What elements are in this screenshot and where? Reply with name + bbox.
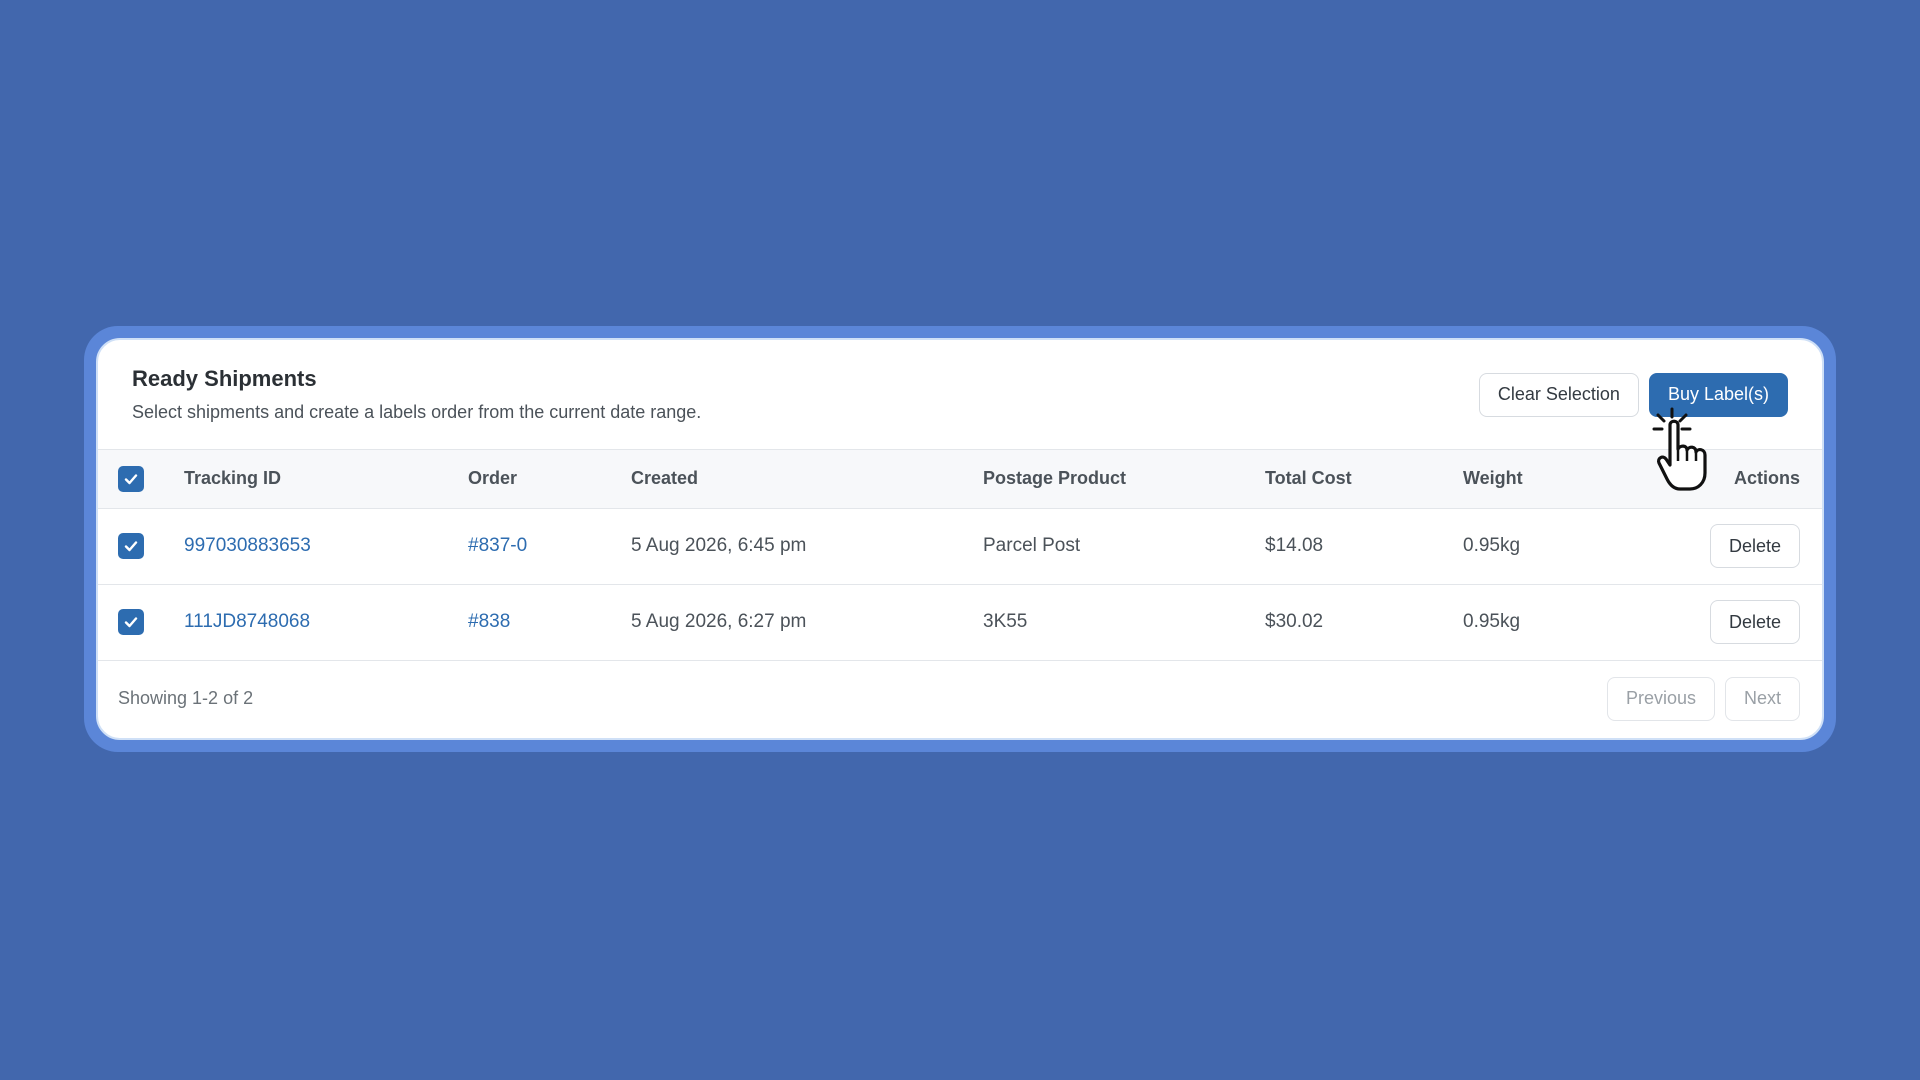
page-subtitle: Select shipments and create a labels ord… [132,402,702,422]
column-header-postage-product: Postage Product [983,468,1127,489]
checkmark-icon [124,616,138,627]
column-header-order: Order [468,468,518,489]
pagination-controls: Previous Next [1606,676,1800,721]
tracking-id-link[interactable]: 111JD8748068 [184,584,468,660]
total-cost-cell: $30.02 [1265,611,1324,632]
row-checkbox[interactable] [118,532,144,559]
total-cost-cell: $14.08 [1265,535,1324,556]
select-all-checkbox[interactable] [118,465,144,492]
card-footer: Showing 1-2 of 2 Previous Next [98,661,1822,737]
column-header-tracking-id: Tracking ID [184,468,282,489]
buy-labels-button[interactable]: Buy Label(s) [1648,372,1788,417]
header-text: Ready Shipments Select shipments and cre… [132,366,701,423]
clear-selection-button[interactable]: Clear Selection [1478,372,1639,417]
tracking-id-link[interactable]: 997030883653 [184,508,468,584]
postage-product-cell: Parcel Post [983,535,1081,556]
row-checkbox[interactable] [118,608,144,635]
postage-product-cell: 3K55 [983,611,1028,632]
column-header-actions: Actions [1733,468,1800,489]
row-checkbox-cell [98,508,184,584]
table-header-row: Tracking ID Order Created Postage Produc… [98,450,1822,508]
actions-cell: Delete [1613,584,1822,660]
card-header: Ready Shipments Select shipments and cre… [98,340,1822,491]
weight-cell: 0.95kg [1463,611,1521,632]
pagination-summary: Showing 1-2 of 2 [118,688,254,708]
column-header-weight: Weight [1463,468,1523,489]
previous-page-button[interactable]: Previous [1606,676,1715,721]
card-frame: Ready Shipments Select shipments and cre… [84,326,1836,752]
row-checkbox-cell [98,584,184,660]
order-link[interactable]: #838 [468,584,631,660]
weight-cell: 0.95kg [1463,535,1521,556]
column-header-total-cost: Total Cost [1265,468,1352,489]
created-cell: 5 Aug 2026, 6:27 pm [631,611,807,632]
delete-button[interactable]: Delete [1709,600,1800,644]
shipments-table: Tracking ID Order Created Postage Produc… [98,450,1822,661]
created-cell: 5 Aug 2026, 6:45 pm [631,535,807,556]
checkmark-icon [124,474,138,484]
ready-shipments-card: Ready Shipments Select shipments and cre… [96,338,1824,740]
next-page-button[interactable]: Next [1724,676,1800,721]
column-header-created: Created [631,468,699,489]
checkmark-icon [124,540,138,551]
page-title: Ready Shipments [132,366,317,391]
header-checkbox-cell [98,450,184,508]
table-row: 111JD8748068 #838 5 Aug 2026, 6:27 pm 3K… [98,584,1822,660]
order-link[interactable]: #837-0 [468,508,631,584]
actions-cell: Delete [1613,508,1822,584]
delete-button[interactable]: Delete [1709,524,1800,568]
table-row: 997030883653 #837-0 5 Aug 2026, 6:45 pm … [98,508,1822,584]
header-actions: Clear Selection Buy Label(s) [1478,372,1788,491]
